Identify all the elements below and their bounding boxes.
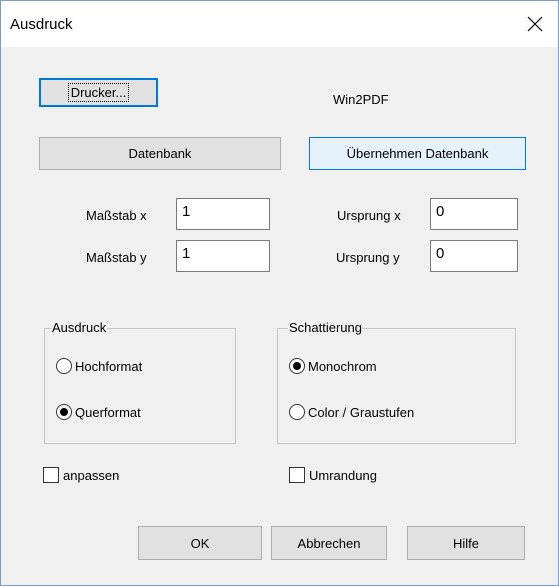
help-button[interactable]: Hilfe bbox=[407, 526, 525, 560]
shading-group: Schattierung Monochrom Color / Graustufe… bbox=[277, 320, 516, 444]
cancel-button[interactable]: Abbrechen bbox=[271, 526, 387, 560]
radio-unchecked-icon bbox=[56, 358, 72, 374]
radio-unchecked-icon bbox=[289, 404, 305, 420]
portrait-radio[interactable]: Hochformat bbox=[56, 358, 142, 374]
border-checkbox[interactable]: Umrandung bbox=[289, 467, 377, 483]
scale-y-label: Maßstab y bbox=[86, 250, 147, 265]
origin-x-input[interactable]: 0 bbox=[430, 198, 518, 230]
fit-checkbox[interactable]: anpassen bbox=[43, 467, 119, 483]
radio-checked-icon bbox=[56, 404, 72, 420]
orientation-group: Ausdruck Hochformat Querformat bbox=[44, 320, 236, 444]
scale-y-input[interactable]: 1 bbox=[176, 240, 270, 272]
monochrome-radio[interactable]: Monochrom bbox=[289, 358, 377, 374]
close-icon bbox=[527, 16, 543, 32]
portrait-label: Hochformat bbox=[75, 358, 143, 374]
printer-button-label: Drucker... bbox=[67, 83, 130, 102]
checkbox-unchecked-icon bbox=[43, 467, 59, 483]
orientation-group-title: Ausdruck bbox=[51, 320, 108, 335]
border-label: Umrandung bbox=[309, 467, 377, 483]
origin-x-label: Ursprung x bbox=[337, 208, 401, 223]
printer-button[interactable]: Drucker... bbox=[39, 78, 158, 107]
radio-checked-icon bbox=[289, 358, 305, 374]
ok-button-label: OK bbox=[190, 535, 210, 551]
ok-button[interactable]: OK bbox=[138, 526, 262, 560]
landscape-label: Querformat bbox=[75, 404, 141, 420]
scale-x-label: Maßstab x bbox=[86, 208, 147, 223]
checkbox-unchecked-icon bbox=[289, 467, 305, 483]
scale-x-input[interactable]: 1 bbox=[176, 198, 270, 230]
color-label: Color / Graustufen bbox=[308, 404, 415, 420]
dialog-content: Drucker... Win2PDF Datenbank Übernehmen … bbox=[1, 47, 558, 585]
printer-name: Win2PDF bbox=[333, 92, 389, 107]
title-bar: Ausdruck bbox=[1, 1, 558, 47]
origin-y-label: Ursprung y bbox=[336, 250, 400, 265]
color-radio[interactable]: Color / Graustufen bbox=[289, 404, 414, 420]
fit-label: anpassen bbox=[63, 467, 120, 483]
apply-database-button[interactable]: Übernehmen Datenbank bbox=[309, 137, 526, 170]
shading-group-title: Schattierung bbox=[288, 320, 363, 335]
close-button[interactable] bbox=[512, 1, 558, 47]
apply-database-button-label: Übernehmen Datenbank bbox=[346, 146, 489, 161]
monochrome-label: Monochrom bbox=[308, 358, 377, 374]
window-title: Ausdruck bbox=[10, 16, 73, 33]
cancel-button-label: Abbrechen bbox=[297, 535, 361, 551]
database-button[interactable]: Datenbank bbox=[39, 137, 281, 170]
origin-y-input[interactable]: 0 bbox=[430, 240, 518, 272]
print-dialog: Ausdruck Drucker... Win2PDF Datenbank Üb… bbox=[0, 0, 559, 586]
help-button-label: Hilfe bbox=[452, 535, 479, 551]
database-button-label: Datenbank bbox=[128, 146, 192, 161]
landscape-radio[interactable]: Querformat bbox=[56, 404, 141, 420]
